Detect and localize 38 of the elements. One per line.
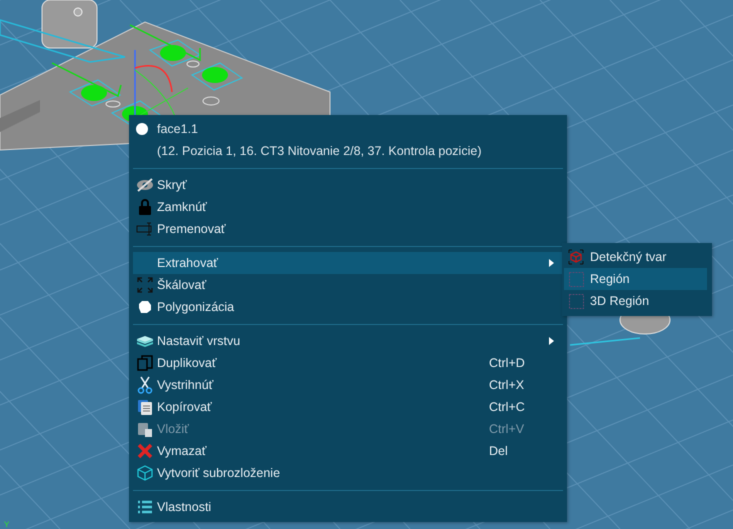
lock-icon [139, 199, 151, 215]
submenu-arrow-icon [549, 259, 554, 267]
list-icon [137, 500, 153, 514]
menu-item[interactable]: Vymazať Del [133, 440, 563, 462]
menu-item[interactable]: Škálovať [133, 274, 563, 296]
duplicate-icon [137, 355, 153, 371]
expand-arrows-icon [137, 277, 153, 293]
dashed-square-icon [568, 294, 584, 308]
layers-icon [136, 333, 154, 349]
menu-item[interactable]: 3D Región [564, 290, 707, 312]
submenu-arrow-icon [549, 337, 554, 345]
rename-icon [136, 222, 154, 236]
detection-cube-icon [568, 249, 584, 265]
menu-item[interactable]: Nastaviť vrstvu [133, 330, 563, 352]
menu-item[interactable]: Región [564, 268, 707, 290]
menu-item[interactable]: Kopírovať Ctrl+C [133, 396, 563, 418]
circle-icon [135, 122, 149, 136]
dashed-square-icon [568, 272, 584, 286]
menu-item[interactable]: Extrahovať [133, 252, 563, 274]
menu-item[interactable]: Duplikovať Ctrl+D [133, 352, 563, 374]
cube-icon [137, 465, 153, 481]
polygon-icon [138, 300, 152, 314]
hidden-eye-icon [136, 178, 154, 192]
object-parents: (12. Pozicia 1, 16. CT3 Nitovanie 2/8, 37. Kontrola pozicie) [157, 144, 482, 158]
menu-item[interactable]: Zamknúť [133, 196, 563, 218]
menu-item[interactable]: Polygonizácia [133, 296, 563, 318]
copy-icon [137, 399, 153, 415]
axis-label: Y [4, 520, 10, 529]
scissors-icon [137, 376, 153, 394]
menu-item[interactable]: Vytvoriť subrozloženie [133, 462, 563, 484]
menu-item[interactable]: Skryť [133, 174, 563, 196]
menu-item[interactable]: Vystrihnúť Ctrl+X [133, 374, 563, 396]
paste-icon [137, 421, 153, 437]
menu-item[interactable]: Detekčný tvar [564, 246, 707, 268]
menu-item[interactable]: Premenovať [133, 218, 563, 240]
menu-item[interactable]: Vlastnosti [133, 496, 563, 518]
delete-icon [137, 443, 153, 459]
object-name: face1.1 [157, 122, 198, 136]
